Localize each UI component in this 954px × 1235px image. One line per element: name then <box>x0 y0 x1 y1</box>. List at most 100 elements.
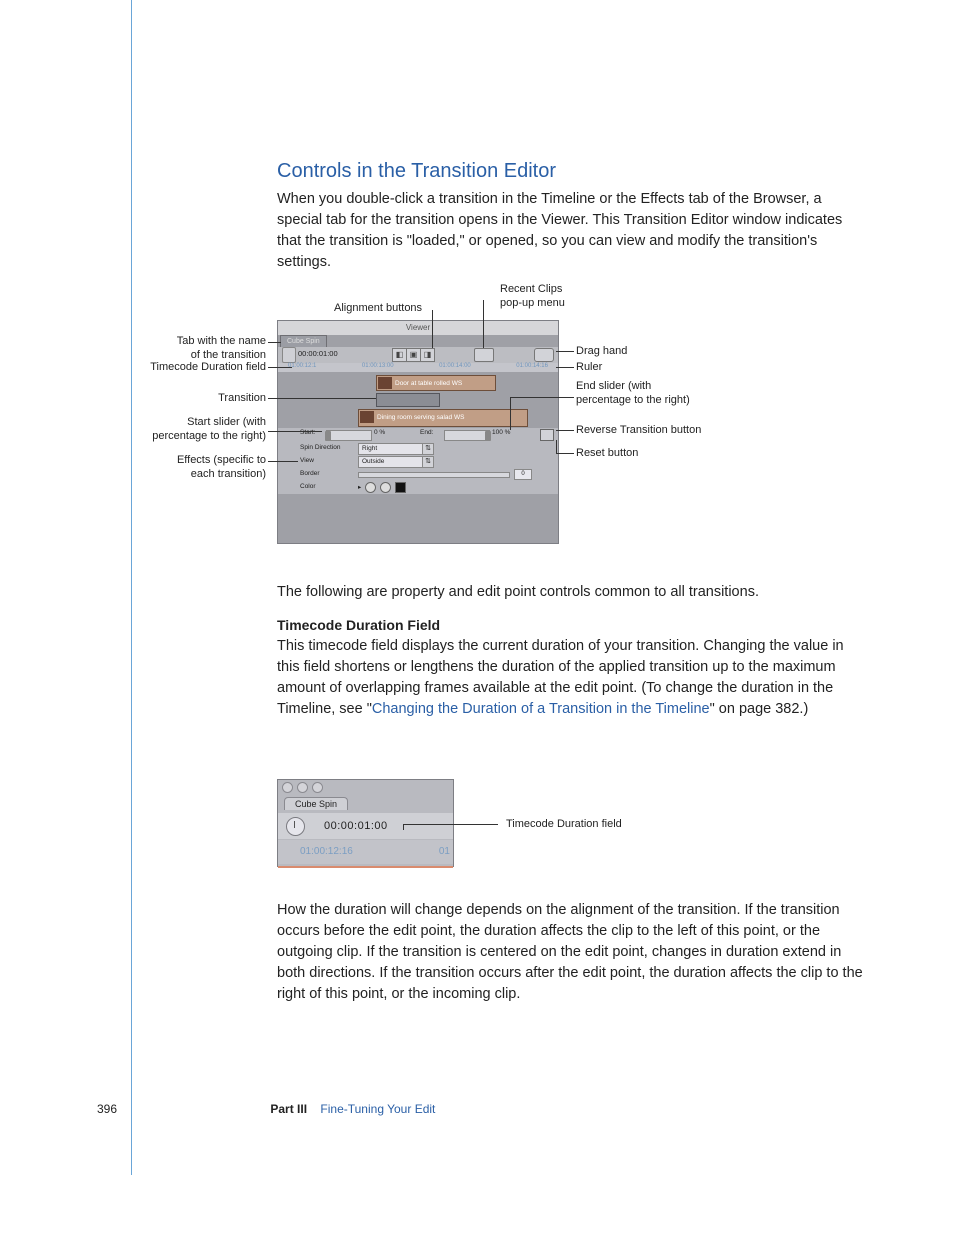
transition-tab[interactable]: Cube Spin <box>280 335 327 347</box>
callout-lead <box>556 440 557 453</box>
clip-label: Dining room serving salad WS <box>377 414 464 421</box>
callout-tc-dur-2: Timecode Duration field <box>506 818 622 832</box>
callout-lead <box>432 310 433 348</box>
transition-bar[interactable] <box>376 393 440 407</box>
callout-lead <box>268 398 376 399</box>
callout-lead <box>483 300 484 348</box>
page-footer: 396 Part III Fine-Tuning Your Edit <box>97 1102 874 1116</box>
callout-recent: Recent Clipspop-up menu <box>500 283 580 311</box>
ruler-tick: 01:00:14:16 <box>516 363 548 372</box>
callout-ruler: Ruler <box>576 361 602 375</box>
slider-handle[interactable] <box>485 431 491 441</box>
incoming-clip[interactable]: Dining room serving salad WS <box>358 409 528 427</box>
callout-effects: Effects (specific toeach transition) <box>150 454 266 482</box>
timecode-icon[interactable] <box>282 347 296 363</box>
callout-reverse: Reverse Transition button <box>576 424 701 438</box>
align-center-icon[interactable]: ▣ <box>406 348 421 362</box>
callout-transition: Transition <box>190 392 266 406</box>
ruler[interactable]: 01:00:12:1 01:00:13:00 01:00:14:00 01:00… <box>278 363 558 372</box>
sub1-body: This timecode field displays the current… <box>277 636 864 720</box>
part-label: Part III <box>270 1102 307 1116</box>
callout-lead <box>556 430 574 431</box>
window-titlebar: Viewer <box>278 321 558 335</box>
transition-editor-screenshot: Viewer Cube Spin 00:00:01:00 ◧ ▣ ◨ 01:00… <box>277 320 559 544</box>
stepper-icon[interactable]: ⇅ <box>422 456 434 468</box>
effect-row-view: View Outside ⇅ <box>278 455 558 468</box>
part-title: Fine-Tuning Your Edit <box>320 1102 435 1116</box>
end-slider[interactable] <box>444 430 490 441</box>
align-left-icon[interactable]: ◧ <box>392 348 407 362</box>
effect-label: Border <box>300 470 320 477</box>
subheading-timecode: Timecode Duration Field <box>277 617 864 633</box>
text: " on page 382.) <box>710 701 809 717</box>
timecode-duration-field[interactable]: 00:00:01:00 <box>324 820 388 832</box>
callout-lead <box>510 397 574 398</box>
callout-drag: Drag hand <box>576 345 627 359</box>
callout-start-slider: Start slider (withpercentage to the righ… <box>130 416 266 444</box>
callout-lead <box>556 453 574 454</box>
followup-paragraph: The following are property and edit poin… <box>277 582 864 603</box>
callout-lead <box>510 397 511 430</box>
timecode-field-screenshot: Cube Spin 00:00:01:00 01:00:12:16 01 <box>277 779 454 867</box>
clip-thumbnail <box>378 377 392 389</box>
transition-tab[interactable]: Cube Spin <box>284 797 348 810</box>
align-right-icon[interactable]: ◨ <box>420 348 435 362</box>
ruler-tick: 01:00:12:1 <box>288 363 316 372</box>
reverse-transition-button[interactable] <box>540 429 554 441</box>
ruler-tick: 01 <box>439 840 450 864</box>
hue-wheel-icon[interactable] <box>380 482 391 493</box>
end-label: End: <box>420 429 433 436</box>
clip-thumbnail <box>360 411 374 423</box>
drag-hand-icon[interactable] <box>534 348 554 362</box>
callout-lead <box>556 367 574 368</box>
start-percent: 0 % <box>374 429 385 436</box>
callout-reset: Reset button <box>576 447 638 461</box>
callout-lead <box>268 342 281 343</box>
end-percent: 100 % <box>492 429 510 436</box>
outgoing-clip[interactable]: Door at table rolled WS <box>376 375 496 391</box>
callout-lead <box>268 367 292 368</box>
page-number: 396 <box>97 1102 117 1116</box>
ruler[interactable]: 01:00:12:16 01 <box>278 840 453 864</box>
callout-tc-dur: Timecode Duration field <box>136 361 266 375</box>
ruler-tick: 01:00:13:00 <box>362 363 394 372</box>
start-slider[interactable] <box>326 430 372 441</box>
callout-lead <box>403 824 498 825</box>
section-title: Controls in the Transition Editor <box>277 160 864 183</box>
callout-lead <box>556 351 574 352</box>
callout-tab-name: Tab with the nameof the transition <box>156 335 266 363</box>
effect-row-color: Color ▸ <box>278 481 558 494</box>
effect-label: View <box>300 457 314 464</box>
eyedropper-icon[interactable] <box>365 482 376 493</box>
callout-lead <box>268 431 322 432</box>
spin-direction-select[interactable]: Right <box>358 443 428 455</box>
clip-label: Door at table rolled WS <box>395 380 462 387</box>
callout-lead <box>268 461 298 462</box>
timecode-duration-field[interactable]: 00:00:01:00 <box>298 349 338 358</box>
callout-end-slider: End slider (withpercentage to the right) <box>576 380 726 408</box>
cross-reference-link[interactable]: Changing the Duration of a Transition in… <box>372 701 710 717</box>
color-controls[interactable]: ▸ <box>358 482 406 493</box>
effect-row-border: Border 0 <box>278 468 558 481</box>
ruler-tick: 01:00:14:00 <box>439 363 471 372</box>
margin-rule <box>131 0 132 1175</box>
border-slider[interactable] <box>358 472 510 478</box>
intro-paragraph: When you double-click a transition in th… <box>277 189 864 273</box>
stepper-icon[interactable]: ⇅ <box>422 443 434 455</box>
effect-row-spin: Spin Direction Right ⇅ <box>278 442 558 455</box>
alignment-buttons[interactable]: ◧ ▣ ◨ <box>392 348 434 362</box>
slider-handle[interactable] <box>325 431 331 441</box>
timecode-icon[interactable] <box>286 817 305 836</box>
callout-alignment: Alignment buttons <box>334 302 422 316</box>
render-bar <box>278 866 453 868</box>
color-swatch[interactable] <box>395 482 406 493</box>
recent-clips-popup[interactable] <box>474 348 494 362</box>
effect-label: Spin Direction <box>300 444 340 451</box>
view-select[interactable]: Outside <box>358 456 428 468</box>
window-controls[interactable] <box>282 782 323 793</box>
after2-paragraph: How the duration will change depends on … <box>277 900 864 1005</box>
callout-lead <box>403 824 404 830</box>
ruler-tick: 01:00:12:16 <box>300 846 353 857</box>
effect-label: Color <box>300 483 316 490</box>
border-value[interactable]: 0 <box>514 469 532 480</box>
